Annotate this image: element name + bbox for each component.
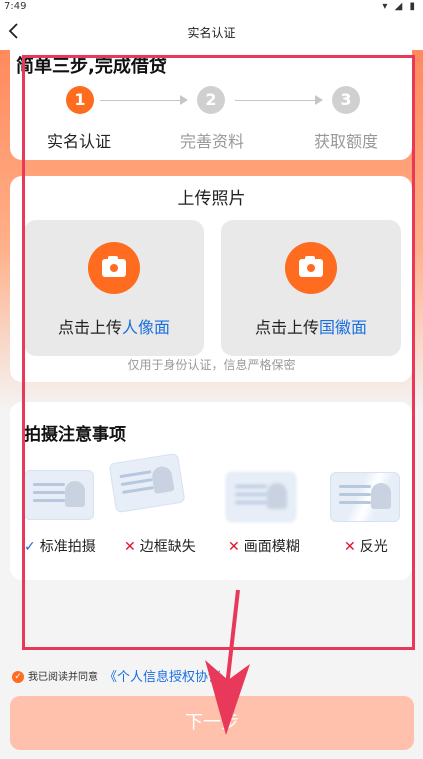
status-time: 7:49 xyxy=(4,1,27,12)
status-bar: 7:49 ▾ ◢ ▮ xyxy=(0,0,423,14)
agreement-link[interactable]: 《个人信息授权协议 xyxy=(104,666,221,685)
status-icons: ▾ ◢ ▮ xyxy=(382,1,417,12)
agreement-checkbox-icon[interactable]: ✓ xyxy=(12,671,24,683)
agreement-row[interactable]: ✓ 我已阅读并同意 《个人信息授权协议 xyxy=(12,668,221,685)
next-step-button[interactable]: 下一步 xyxy=(10,696,414,750)
agreement-text: 我已阅读并同意 xyxy=(28,672,98,683)
page-title: 实名认证 xyxy=(187,26,236,40)
annotation-highlight-box xyxy=(22,55,415,650)
